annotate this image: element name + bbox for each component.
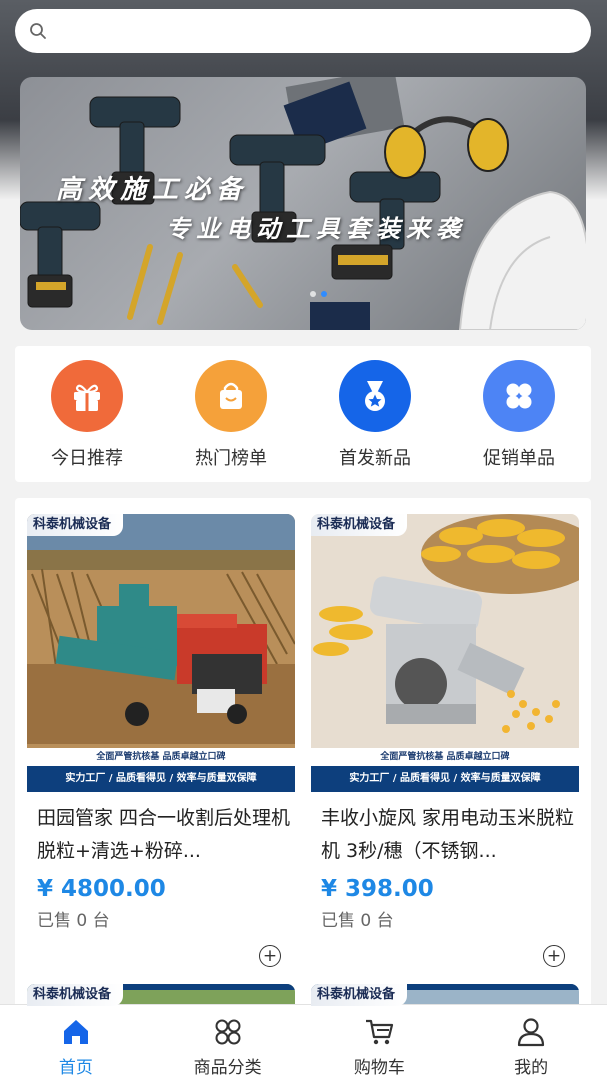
shop-tag: 科泰机械设备 <box>27 984 124 1006</box>
category-shortcuts: 今日推荐 热门榜单 首发新品 促销单品 <box>15 346 591 482</box>
shortcut-label: 今日推荐 <box>51 448 123 469</box>
add-to-cart-button[interactable]: + <box>259 945 281 967</box>
product-title: 田园管家 四合一收割后处理机 脱粒+清选+粉碎... <box>37 807 291 862</box>
search-bar[interactable] <box>15 9 591 53</box>
clover-icon <box>483 360 555 432</box>
product-card[interactable]: 科泰机械设备 全面严管抗核基 品质卓越立口碑 实力工厂 / 品质看得见 / 效率… <box>311 514 579 967</box>
shortcut-new-arrivals[interactable]: 首发新品 <box>320 360 430 482</box>
image-banner-text: 实力工厂 / 品质看得见 / 效率与质量双保障 <box>27 766 295 792</box>
shortcut-label: 首发新品 <box>339 448 411 469</box>
medal-icon <box>339 360 411 432</box>
product-image-thresher: 科泰机械设备 全面严管抗核基 品质卓越立口碑 实力工厂 / 品质看得见 / 效率… <box>27 514 295 792</box>
banner-pagination <box>310 291 327 297</box>
tab-profile[interactable]: 我的 <box>471 1005 591 1080</box>
product-sold-count: 已售 0 台 <box>321 911 394 931</box>
image-caption: 全面严管抗核基 品质卓越立口碑 <box>311 748 579 766</box>
category-grid-icon <box>215 1019 241 1045</box>
gift-icon <box>51 360 123 432</box>
shop-tag: 科泰机械设备 <box>311 984 408 1006</box>
shortcut-label: 促销单品 <box>483 448 555 469</box>
shopping-bag-icon <box>195 360 267 432</box>
cart-icon <box>366 1019 394 1045</box>
image-banner-text: 实力工厂 / 品质看得见 / 效率与质量双保障 <box>311 766 579 792</box>
shop-tag: 科泰机械设备 <box>27 514 124 536</box>
bottom-tab-bar: 首页 商品分类 购物车 我的 <box>0 1004 607 1080</box>
tab-label: 购物车 <box>353 1058 405 1078</box>
product-grid: 科泰机械设备 全面严管抗核基 品质卓越立口碑 实力工厂 / 品质看得见 / 效率… <box>15 498 591 1018</box>
plus-icon: + <box>546 945 562 966</box>
tab-label: 首页 <box>58 1058 93 1078</box>
banner-subheadline: 专业电动工具套装来袭 <box>166 215 466 243</box>
shop-tag: 科泰机械设备 <box>311 514 408 536</box>
banner-dot-active[interactable] <box>321 291 327 297</box>
banner-headline: 高效施工必备 <box>56 175 249 205</box>
shortcut-hot-list[interactable]: 热门榜单 <box>176 360 286 482</box>
tab-cart[interactable]: 购物车 <box>319 1005 439 1080</box>
tab-label: 商品分类 <box>193 1058 262 1078</box>
product-price: ¥ 4800.00 <box>37 876 166 902</box>
tab-categories[interactable]: 商品分类 <box>168 1005 288 1080</box>
plus-icon: + <box>262 945 278 966</box>
product-image-corn-sheller: 科泰机械设备 全面严管抗核基 品质卓越立口碑 实力工厂 / 品质看得见 / 效率… <box>311 514 579 792</box>
user-icon <box>518 1018 545 1047</box>
shortcut-label: 热门榜单 <box>195 448 267 469</box>
shortcut-today-recommend[interactable]: 今日推荐 <box>32 360 142 482</box>
image-caption: 全面严管抗核基 品质卓越立口碑 <box>27 748 295 766</box>
shortcut-promo-items[interactable]: 促销单品 <box>464 360 574 482</box>
search-input[interactable] <box>55 22 591 40</box>
product-card[interactable]: 科泰机械设备 全面严管抗核基 品质卓越立口碑 实力工厂 / 品质看得见 / 效率… <box>27 514 295 967</box>
tab-label: 我的 <box>514 1058 549 1078</box>
add-to-cart-button[interactable]: + <box>543 945 565 967</box>
product-price: ¥ 398.00 <box>321 876 434 902</box>
banner-dot[interactable] <box>310 291 316 297</box>
promo-banner[interactable]: 高效施工必备 专业电动工具套装来袭 <box>20 77 586 330</box>
product-sold-count: 已售 0 台 <box>37 911 110 931</box>
product-title: 丰收小旋风 家用电动玉米脱粒机 3秒/穗（不锈钢... <box>321 807 575 862</box>
home-icon <box>63 1020 88 1044</box>
search-icon <box>30 23 46 39</box>
tab-home[interactable]: 首页 <box>16 1005 136 1080</box>
